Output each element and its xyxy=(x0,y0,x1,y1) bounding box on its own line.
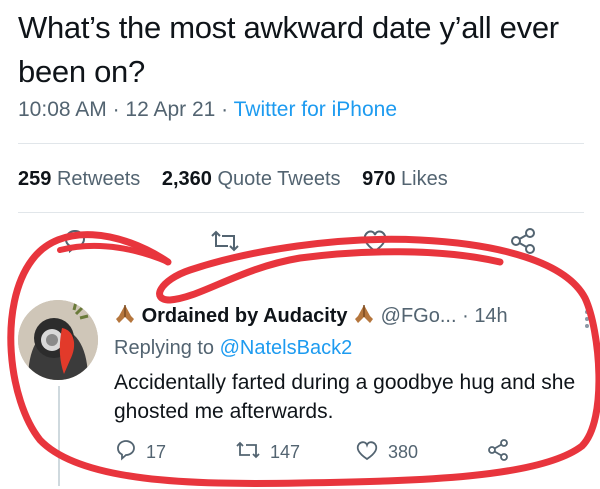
thread-line xyxy=(58,386,60,486)
divider xyxy=(18,212,584,213)
quote-tweets-stat[interactable]: 2,360 Quote Tweets xyxy=(162,168,346,190)
likes-stat[interactable]: 970 Likes xyxy=(362,168,448,190)
avatar[interactable] xyxy=(18,300,98,380)
share-icon[interactable] xyxy=(508,226,538,261)
quote-tweets-count: 2,360 xyxy=(161,168,212,190)
like-count: 380 xyxy=(388,442,419,462)
replying-to: Replying to @NatelsBack2 xyxy=(114,337,352,360)
meta-separator: · xyxy=(462,305,475,327)
share-icon xyxy=(486,438,510,467)
likes-label: Likes xyxy=(401,168,448,190)
tweet-meta: 10:08 AM · 12 Apr 21 · Twitter for iPhon… xyxy=(18,98,397,122)
reply-header: Ordained by Audacity @FGo... · 14h xyxy=(114,304,508,328)
reply-display-name[interactable]: Ordained by Audacity xyxy=(142,305,348,327)
tweet-stats: 259 Retweets 2,360 Quote Tweets 970 Like… xyxy=(18,168,464,191)
retweet-icon[interactable] xyxy=(208,226,242,261)
tweet-date: 12 Apr 21 xyxy=(125,98,216,121)
reply-tweet[interactable]: Ordained by Audacity @FGo... · 14h Reply… xyxy=(18,290,593,486)
quote-tweets-label: Quote Tweets xyxy=(217,168,341,190)
reply-time: 14h xyxy=(474,305,508,327)
retweets-label: Retweets xyxy=(56,168,141,190)
reply-count: 17 xyxy=(146,442,167,462)
divider xyxy=(18,143,584,144)
share-button[interactable] xyxy=(486,438,510,467)
tweet-source-link[interactable]: Twitter for iPhone xyxy=(234,98,397,121)
more-icon[interactable] xyxy=(583,308,591,335)
tweet-text: What’s the most awkward date y’all ever … xyxy=(18,10,559,89)
reply-action-bar: 17 147 380 xyxy=(114,438,584,468)
meta-separator: · xyxy=(221,98,234,121)
folded-hands-icon xyxy=(353,304,375,324)
replying-to-mention[interactable]: @NatelsBack2 xyxy=(220,337,353,359)
retweets-count: 259 xyxy=(18,168,52,190)
reply-icon xyxy=(114,438,138,467)
tweet-action-bar xyxy=(0,226,600,266)
replying-prefix: Replying to xyxy=(114,337,215,359)
tweet-time: 10:08 AM xyxy=(18,98,107,121)
reply-icon[interactable] xyxy=(60,226,90,261)
heart-icon[interactable] xyxy=(360,226,390,261)
likes-count: 970 xyxy=(362,168,396,190)
reply-button[interactable]: 17 xyxy=(114,438,166,467)
like-button[interactable]: 380 xyxy=(354,438,418,467)
retweet-button[interactable]: 147 xyxy=(234,438,300,467)
reply-text: Accidentally farted during a goodbye hug… xyxy=(114,371,576,423)
folded-hands-icon xyxy=(114,304,136,324)
reply-handle[interactable]: @FGo... xyxy=(381,305,457,327)
retweet-icon xyxy=(234,438,262,467)
retweets-stat[interactable]: 259 Retweets xyxy=(18,168,146,190)
heart-icon xyxy=(354,438,380,467)
meta-separator: · xyxy=(112,98,126,121)
retweet-count: 147 xyxy=(270,442,301,462)
